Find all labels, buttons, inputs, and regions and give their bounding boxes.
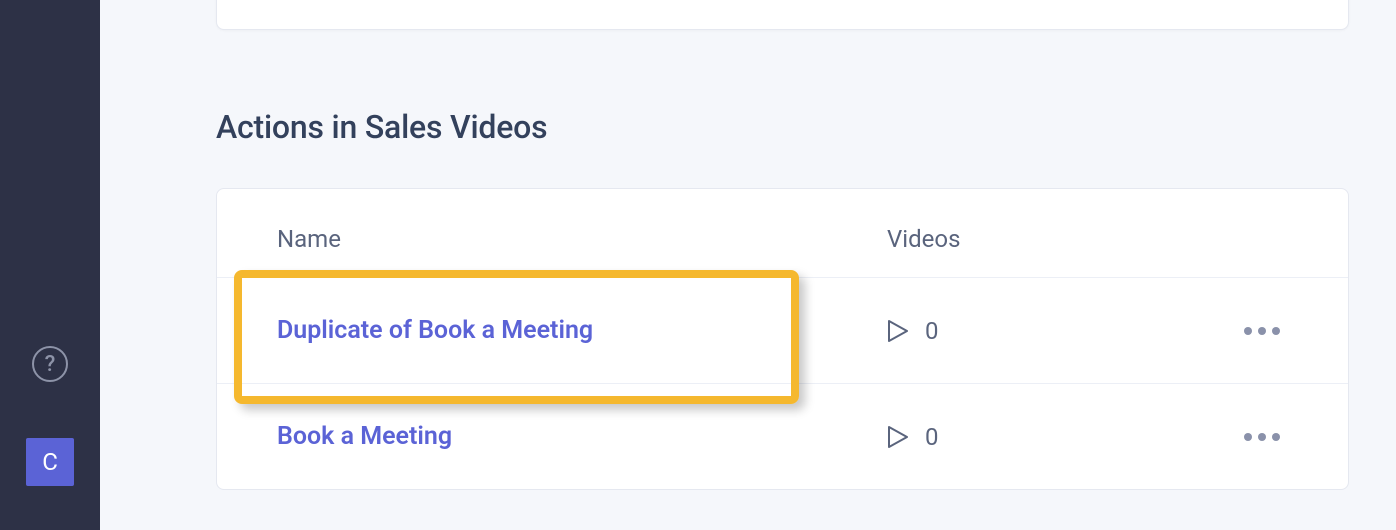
sidebar: ? C <box>0 0 100 530</box>
ellipsis-icon <box>1258 327 1266 335</box>
play-icon <box>887 425 909 449</box>
main-content: Actions in Sales Videos Name Videos Dupl… <box>100 0 1396 530</box>
ellipsis-icon <box>1272 433 1280 441</box>
avatar-letter: C <box>42 448 58 476</box>
section-title: Actions in Sales Videos <box>216 108 547 146</box>
more-options-button[interactable] <box>1236 425 1288 449</box>
help-icon[interactable]: ? <box>32 346 68 382</box>
video-count: 0 <box>925 317 939 345</box>
ellipsis-icon <box>1258 433 1266 441</box>
help-glyph: ? <box>45 352 56 377</box>
video-count: 0 <box>925 423 939 451</box>
action-name-link[interactable]: Book a Meeting <box>277 422 452 451</box>
more-options-button[interactable] <box>1236 319 1288 343</box>
ellipsis-icon <box>1244 327 1252 335</box>
table-row: Book a Meeting 0 <box>217 384 1348 489</box>
play-icon <box>887 319 909 343</box>
table-header: Name Videos <box>217 189 1348 278</box>
avatar[interactable]: C <box>26 438 74 486</box>
table-row: Duplicate of Book a Meeting 0 <box>217 278 1348 384</box>
ellipsis-icon <box>1244 433 1252 441</box>
actions-table: Name Videos Duplicate of Book a Meeting … <box>216 188 1349 490</box>
column-header-videos: Videos <box>887 225 1187 253</box>
column-header-name: Name <box>277 225 887 253</box>
action-name-link[interactable]: Duplicate of Book a Meeting <box>277 316 593 345</box>
previous-section-card <box>216 0 1349 30</box>
ellipsis-icon <box>1272 327 1280 335</box>
